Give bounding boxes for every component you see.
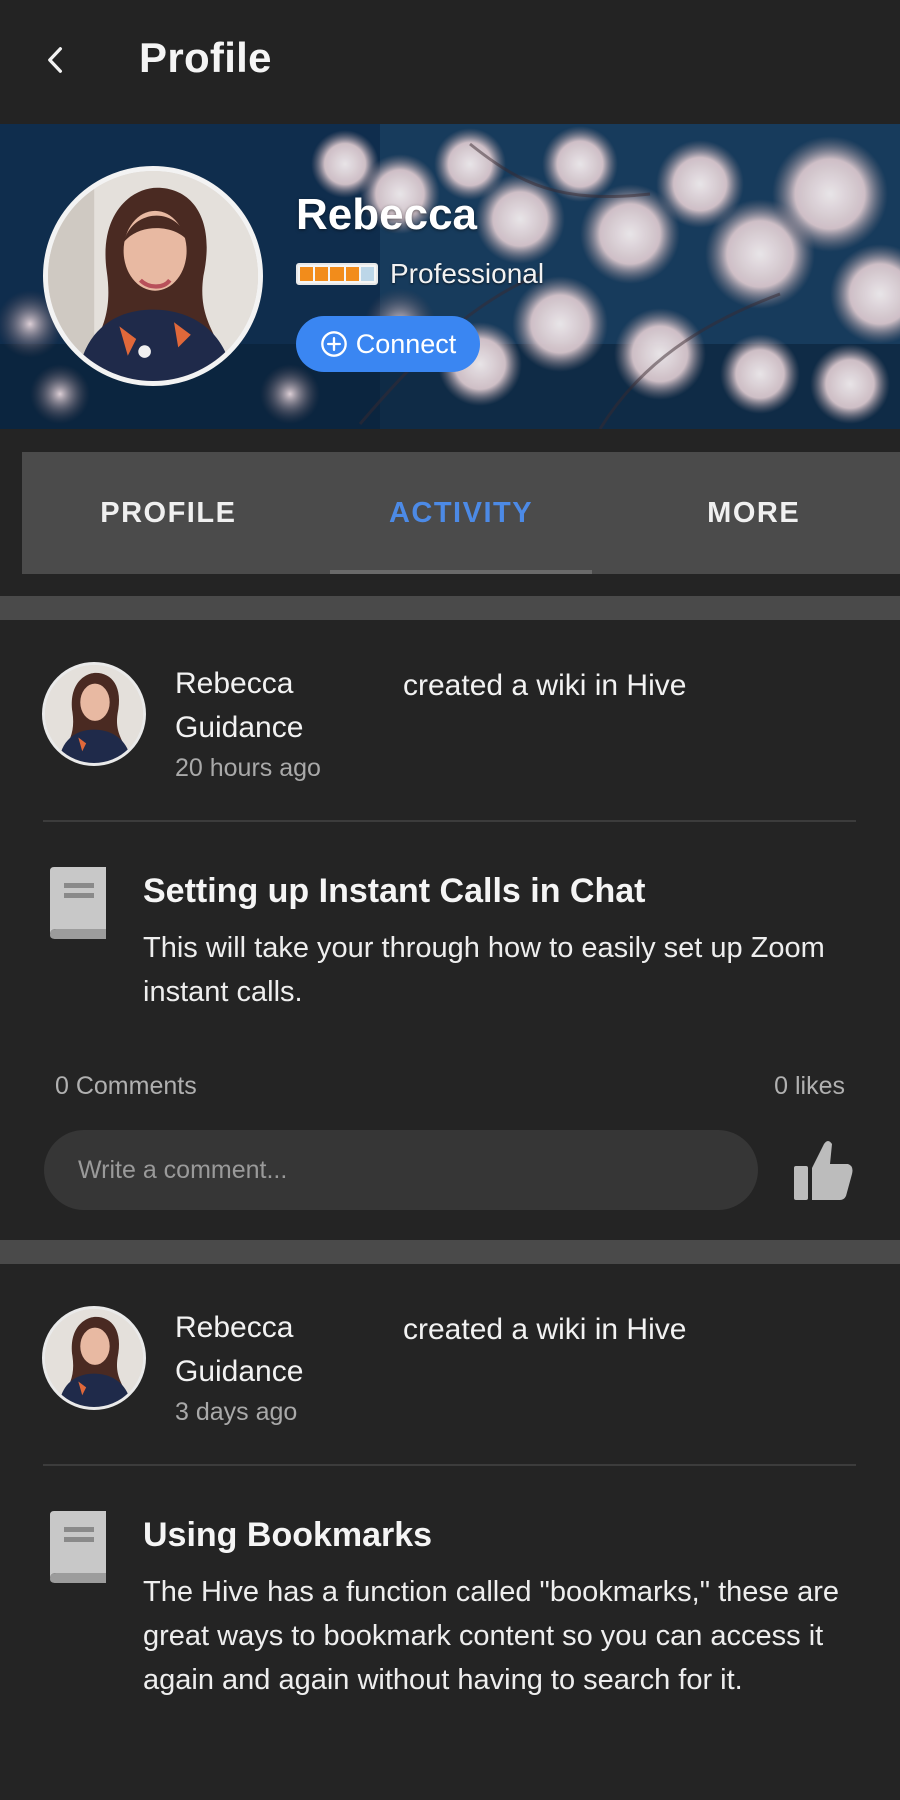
activity-action: created a wiki in Hive: [403, 669, 687, 702]
divider: [43, 820, 856, 822]
app-bar: Profile: [0, 0, 900, 124]
chevron-left-icon: [48, 47, 62, 73]
activity-card: Rebecca Guidance created a wiki in Hive …: [0, 1264, 900, 1800]
tab-profile[interactable]: PROFILE: [22, 452, 315, 574]
level-segment: [315, 267, 329, 281]
activity-avatar[interactable]: [42, 662, 146, 766]
activity-user-first[interactable]: Rebecca: [175, 1306, 293, 1350]
divider: [43, 1464, 856, 1466]
profile-tabs: PROFILE ACTIVITY MORE: [22, 452, 900, 574]
connect-label: Connect: [355, 328, 457, 359]
wiki-description: The Hive has a function called "bookmark…: [143, 1576, 839, 1696]
engagement-counts: 0 Comments 0 likes: [55, 1072, 845, 1101]
likes-count[interactable]: 0 likes: [774, 1072, 845, 1101]
activity-action: created a wiki in Hive: [403, 1313, 687, 1346]
avatar-photo: [45, 665, 143, 763]
wiki-description: This will take your through how to easil…: [143, 932, 825, 1008]
comment-input[interactable]: [44, 1130, 758, 1210]
profile-photo: [48, 171, 258, 381]
level-segment: [300, 267, 314, 281]
activity-time: 20 hours ago: [175, 754, 321, 782]
wiki-title[interactable]: Using Bookmarks: [143, 1516, 432, 1555]
book-icon[interactable]: [44, 1509, 112, 1585]
wiki-title[interactable]: Setting up Instant Calls in Chat: [143, 872, 645, 911]
activity-card: Rebecca Guidance created a wiki in Hive …: [0, 620, 900, 1240]
tab-activity[interactable]: ACTIVITY: [315, 452, 608, 574]
connect-button[interactable]: Connect: [296, 316, 480, 372]
activity-user-last[interactable]: Guidance: [175, 706, 303, 750]
level-segment: [345, 267, 359, 281]
comments-count[interactable]: 0 Comments: [55, 1072, 197, 1101]
level-segment: [330, 267, 344, 281]
page-title: Profile: [139, 34, 272, 81]
back-button[interactable]: [34, 38, 78, 82]
section-separator: [0, 596, 900, 620]
avatar-photo: [45, 1309, 143, 1407]
level-label: Professional: [390, 258, 545, 289]
level-indicator: [296, 263, 378, 285]
profile-cover: Rebecca Professional Connect: [0, 124, 900, 429]
activity-time: 3 days ago: [175, 1398, 298, 1426]
plus-circle-icon: [320, 331, 347, 357]
thumbs-up-icon[interactable]: [790, 1136, 856, 1202]
activity-avatar[interactable]: [42, 1306, 146, 1410]
book-icon[interactable]: [44, 865, 112, 941]
activity-user-first[interactable]: Rebecca: [175, 662, 293, 706]
section-separator: [0, 1240, 900, 1264]
profile-name: Rebecca: [296, 190, 478, 239]
profile-avatar[interactable]: [43, 166, 263, 386]
tab-more[interactable]: MORE: [607, 452, 900, 574]
activity-user-last[interactable]: Guidance: [175, 1350, 303, 1394]
level-segment: [360, 267, 375, 281]
